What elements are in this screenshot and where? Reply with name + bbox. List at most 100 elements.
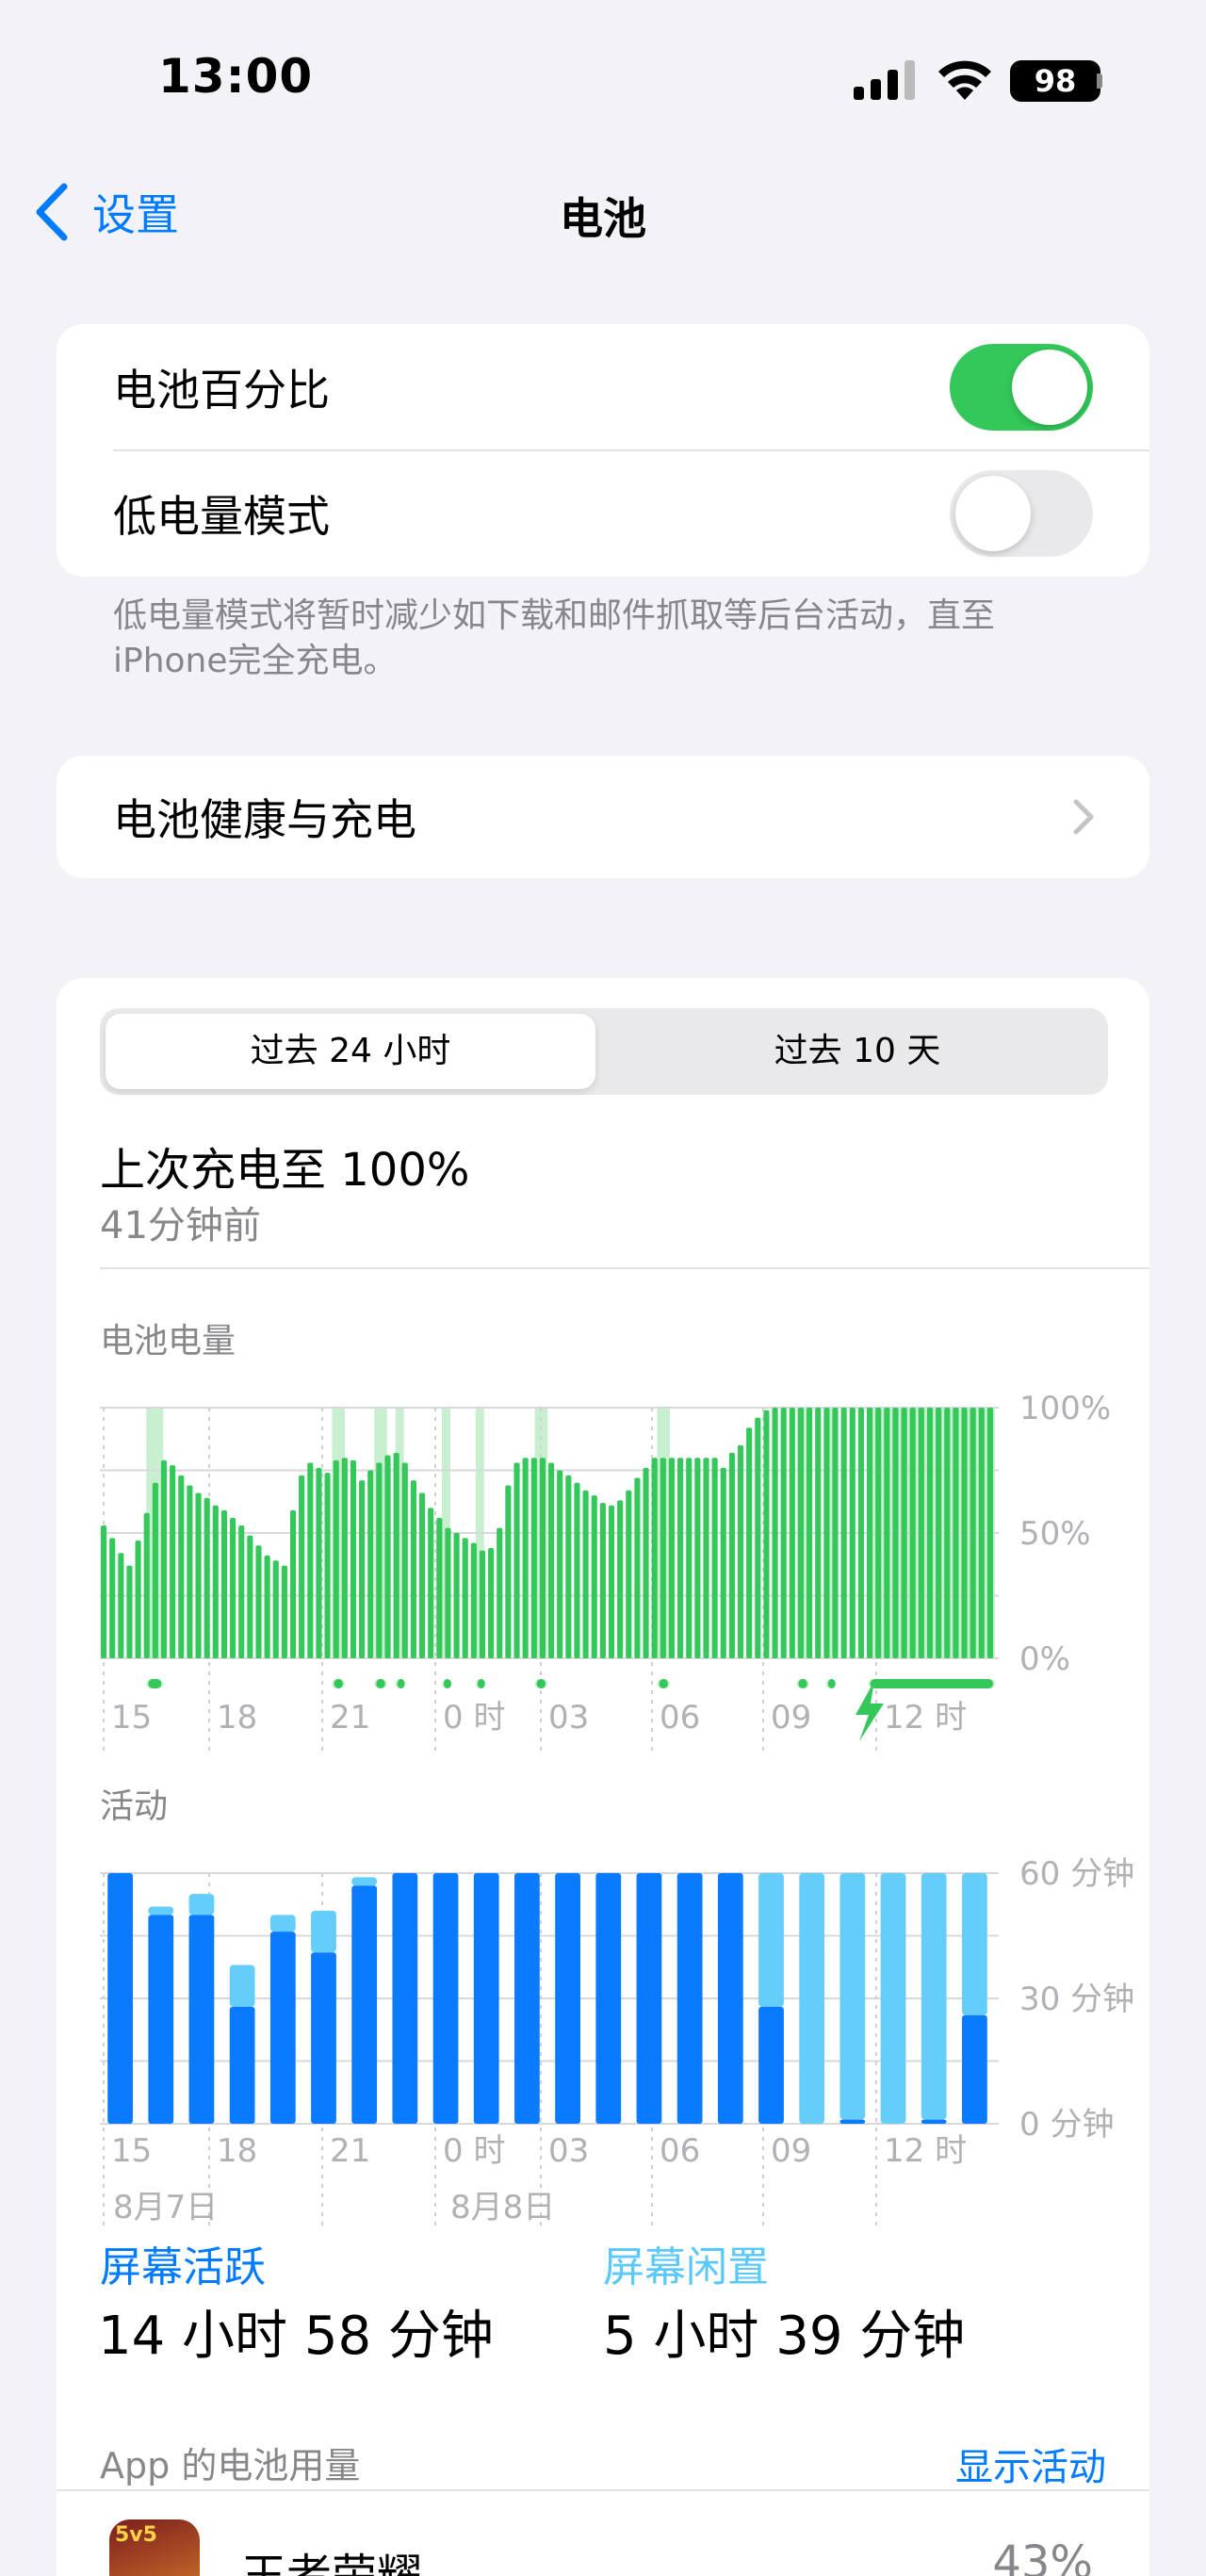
battery-level-bar [548, 1462, 555, 1658]
battery-level-bar [401, 1462, 408, 1658]
screen-idle-bar [229, 1965, 255, 2007]
screen-idle-label: 屏幕闲置 [603, 2243, 769, 2291]
battery-level-bar [376, 1462, 383, 1658]
x-tick-label: 15 [111, 2132, 152, 2170]
battery-level-bar [660, 1458, 666, 1658]
battery-level-bar [462, 1538, 468, 1658]
screen-idle-bar [839, 1873, 866, 2120]
activity-chart: 60 分钟 30 分钟 0 分钟 15 18 21 0 时 03 06 09 12 时 8月7日 8月8… [100, 1855, 1134, 2225]
battery-level-bar [316, 1467, 322, 1658]
screen-idle-bar [351, 1877, 378, 1886]
screen-active-bar [432, 1873, 459, 2124]
x-tick-label: 06 [660, 1699, 700, 1736]
battery-level-bar [247, 1535, 253, 1658]
battery-level-bar [626, 1490, 632, 1658]
y-tick-label: 0 分钟 [1019, 2106, 1114, 2144]
battery-settings-card: 电池百分比 低电量模式 [57, 324, 1149, 577]
charging-segment [397, 1679, 405, 1688]
battery-level-bar [926, 1408, 934, 1658]
tab-last-24-hours[interactable]: 过去 24 小时 [106, 1014, 595, 1089]
screen-active-bar [555, 1873, 580, 2124]
status-bar: 13:00 98 [0, 0, 1206, 160]
app-usage-title: App 的电池用量 [100, 2445, 361, 2486]
battery-level-bar [170, 1465, 176, 1658]
screen-active-bar [392, 1873, 418, 2124]
screen-active-value: 14 小时 58 分钟 [98, 2306, 494, 2367]
screen-idle-bar [311, 1910, 336, 1953]
battery-level-bar [272, 1560, 279, 1658]
battery-level-bar [238, 1525, 245, 1658]
charging-segment [334, 1679, 343, 1688]
screen-active-bar [676, 1873, 703, 2124]
screen-active-bar [921, 2119, 947, 2124]
screen-idle-bar [880, 1873, 906, 2124]
battery-level-bar [892, 1408, 899, 1658]
screen-active-bar [269, 1932, 296, 2124]
battery-level-bar [350, 1459, 357, 1658]
battery-health-row[interactable]: 电池健康与充电 [57, 756, 1149, 878]
x-tick-label: 09 [771, 1699, 811, 1736]
battery-level-bar [324, 1473, 331, 1658]
tab-last-10-days[interactable]: 过去 10 天 [612, 1014, 1102, 1089]
battery-level-bar [410, 1480, 416, 1658]
last-charge-time: 41分钟前 [100, 1204, 261, 1247]
battery-level-bar [384, 1455, 391, 1658]
battery-level-bar [651, 1458, 658, 1658]
screen-active-bar [188, 1915, 215, 2124]
battery-level-bar [143, 1512, 150, 1658]
battery-level-bar [522, 1458, 529, 1658]
screen-active-bar [758, 2006, 784, 2124]
battery-level-bar [341, 1458, 348, 1658]
battery-health-row-content: 电池健康与充电 [113, 756, 1149, 878]
x-tick-label: 18 [217, 1699, 257, 1736]
battery-level-bar [565, 1475, 572, 1658]
battery-level-bar [393, 1452, 399, 1658]
screen-active-bar [107, 1873, 133, 2124]
battery-level-bar [728, 1452, 735, 1658]
battery-level-bar [195, 1492, 202, 1658]
page-title: 电池 [560, 193, 646, 244]
battery-level-bar [436, 1518, 443, 1658]
battery-level-bar [118, 1553, 124, 1658]
screen-idle-bar [148, 1906, 174, 1916]
battery-level-bar [780, 1408, 787, 1658]
battery-level-bar [617, 1500, 624, 1658]
battery-level-bar [135, 1540, 141, 1658]
low-power-toggle[interactable] [950, 470, 1093, 557]
x-tick-label: 03 [548, 1699, 589, 1736]
screen-idle-bar [799, 1873, 825, 2124]
battery-level-bar [866, 1408, 873, 1658]
battery-level-bar [418, 1492, 426, 1658]
screen-active-bar [595, 1873, 622, 2124]
x-tick-label: 09 [771, 2132, 811, 2170]
screen-idle-bar [758, 1873, 784, 2007]
date-label: 8月8日 [450, 2189, 555, 2225]
battery-level-bar [530, 1458, 537, 1658]
battery-level-bar [875, 1408, 882, 1658]
screen-active-bar [839, 2119, 866, 2124]
battery-level-bar [574, 1482, 580, 1658]
y-tick-label: 50% [1019, 1515, 1091, 1553]
y-tick-label: 100% [1019, 1390, 1111, 1427]
battery-level-bar [703, 1458, 709, 1658]
battery-percentage-toggle[interactable] [950, 344, 1093, 431]
battery-level-bar [643, 1467, 649, 1658]
battery-level-bar [255, 1545, 262, 1658]
battery-level-bar [264, 1555, 270, 1658]
battery-level-bar [488, 1547, 495, 1658]
battery-level-bar [453, 1533, 460, 1658]
screen-idle-bar [962, 1873, 987, 2015]
screen-idle-bar [188, 1894, 215, 1916]
battery-level-bar [936, 1408, 942, 1658]
battery-level-bar [333, 1459, 339, 1658]
x-tick-label: 03 [548, 2132, 589, 2170]
app-usage-row[interactable]: 5v5 王者荣耀 43% [57, 2489, 1149, 2576]
battery-level-bar [367, 1470, 374, 1658]
x-tick-label: 21 [330, 2132, 370, 2170]
x-tick-label: 15 [111, 1699, 152, 1736]
charging-segment [376, 1679, 385, 1688]
screen-idle-value: 5 小时 39 分钟 [603, 2306, 966, 2367]
show-activity-button[interactable]: 显示活动 [955, 2437, 1106, 2491]
battery-level-bar [428, 1508, 434, 1658]
divider [100, 1267, 1149, 1269]
